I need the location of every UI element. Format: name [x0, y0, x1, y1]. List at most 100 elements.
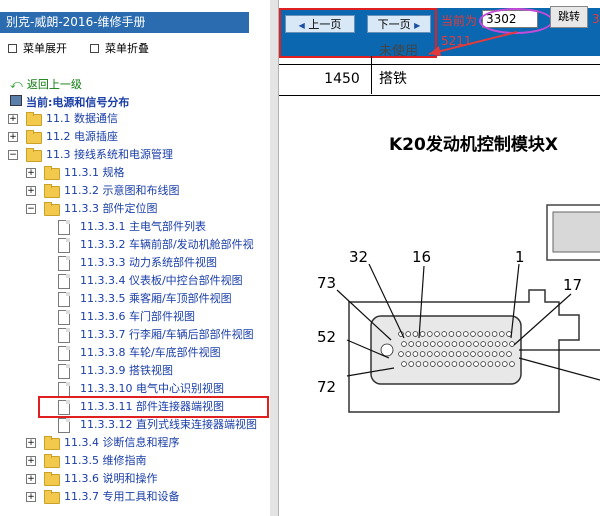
connector-pin — [473, 341, 479, 347]
menu-collapse-button[interactable]: 菜单折叠 — [90, 40, 149, 56]
connector-pin — [458, 361, 465, 367]
pin-label: 1 — [515, 248, 525, 266]
menu-expand-label: 菜单展开 — [23, 42, 67, 55]
expand-icon — [8, 44, 17, 53]
connector-pin — [401, 361, 407, 367]
expand-toggle[interactable]: + — [26, 438, 36, 448]
tree-item-11-3-3-2[interactable]: 11.3.3.2 车辆前部/发动机舱部件视 — [58, 236, 268, 254]
connector-pin — [415, 361, 422, 367]
tree-item-11-3-3-12[interactable]: 11.3.3.12 直列式线束连接器端视图 — [58, 416, 268, 434]
document-icon — [58, 238, 70, 253]
folder-open-icon — [44, 202, 60, 216]
connector-pin — [502, 361, 508, 367]
tree-item-11-3-2[interactable]: + 11.3.2 示意图和布线图 — [26, 182, 268, 200]
connector-pin — [441, 331, 447, 337]
tree-item-label: 11.1 数据通信 — [46, 112, 118, 125]
current-location: 当前:电源和信号分布 — [10, 94, 129, 110]
tree-item-11-2[interactable]: + 11.2 电源插座 — [8, 128, 268, 146]
connector-pin — [441, 351, 447, 357]
tree-item-11-3-3-7[interactable]: 11.3.3.7 行李厢/车辆后部部件视图 — [58, 326, 268, 344]
connector-pin — [422, 341, 429, 347]
tree-item-label: 11.3.3.7 行李厢/车辆后部部件视图 — [80, 328, 254, 341]
folder-icon — [44, 184, 60, 198]
pin-label: 17 — [563, 276, 583, 294]
folder-icon — [44, 436, 60, 450]
connector-pin — [408, 361, 414, 367]
collapse-toggle[interactable]: − — [8, 150, 18, 160]
tree-item-11-3-3-6[interactable]: 11.3.3.6 车门部件视图 — [58, 308, 268, 326]
annotation-arrow-line — [428, 31, 518, 55]
menu-expand-button[interactable]: 菜单展开 — [8, 40, 67, 56]
window-title: 别克-威朗-2016-维修手册 — [0, 12, 249, 33]
back-arrow-icon: ⤺ — [10, 77, 23, 91]
tree-item-11-3-3-5[interactable]: 11.3.3.5 乘客厢/车顶部件视图 — [58, 290, 268, 308]
connector-pin — [437, 361, 443, 367]
expand-toggle[interactable]: + — [26, 168, 36, 178]
tree-item-11-3-4[interactable]: + 11.3.4 诊断信息和程序 — [26, 434, 268, 452]
tree-item-11-3-1[interactable]: + 11.3.1 规格 — [26, 164, 268, 182]
tree-item-label: 11.3.1 规格 — [64, 166, 125, 179]
connector-pin — [448, 331, 455, 337]
expand-toggle[interactable]: + — [8, 114, 18, 124]
expand-toggle[interactable]: + — [8, 132, 18, 142]
folder-icon — [44, 166, 60, 180]
menu-collapse-label: 菜单折叠 — [105, 42, 149, 55]
connector-pin — [463, 351, 469, 357]
tree-item-11-3-3-9[interactable]: 11.3.3.9 搭铁视图 — [58, 362, 268, 380]
tree-item-11-1[interactable]: + 11.1 数据通信 — [8, 110, 268, 128]
connector-pin — [494, 341, 501, 347]
tree-item-label: 11.2 电源插座 — [46, 130, 118, 143]
panel-splitter[interactable] — [270, 0, 279, 516]
connector-pin — [466, 361, 472, 367]
expand-toggle[interactable]: + — [26, 186, 36, 196]
tree-item-11-3-6[interactable]: + 11.3.6 说明和操作 — [26, 470, 268, 488]
expand-toggle[interactable]: + — [26, 474, 36, 484]
collapse-toggle[interactable]: − — [26, 204, 36, 214]
tree-item-11-3-5[interactable]: + 11.3.5 维修指南 — [26, 452, 268, 470]
tree-item-11-3-3[interactable]: − 11.3.3 部件定位图 — [26, 200, 268, 218]
connector-pin — [405, 351, 411, 357]
tree-item-label: 11.3.3.8 车轮/车底部件视图 — [80, 346, 221, 359]
connector-pin — [509, 361, 515, 367]
connector-pin — [415, 341, 422, 347]
connector-pin — [477, 351, 483, 357]
connector-pin — [401, 341, 407, 347]
expand-toggle[interactable]: + — [26, 456, 36, 466]
connector-pin — [455, 331, 462, 337]
connector-diagram — [336, 31, 600, 413]
back-link-label: 返回上一级 — [26, 78, 82, 91]
connector-pin — [470, 331, 476, 337]
connector-pin — [455, 351, 462, 357]
document-icon — [58, 418, 70, 433]
document-icon — [58, 256, 70, 271]
connector-pin — [430, 361, 436, 367]
connector-pin — [480, 361, 486, 367]
pin-label: 73 — [317, 274, 337, 292]
tree-item-11-3[interactable]: − 11.3 接线系统和电源管理 — [8, 146, 268, 164]
tree-item-label: 11.3.3.3 动力系统部件视图 — [80, 256, 217, 269]
connector-pin — [463, 331, 469, 337]
tree-item-11-3-7[interactable]: + 11.3.7 专用工具和设备 — [26, 488, 268, 506]
tree-item-label: 11.3.4 诊断信息和程序 — [64, 436, 180, 449]
connector-pin — [405, 331, 411, 337]
expand-toggle[interactable]: + — [26, 492, 36, 502]
connector-pin — [487, 341, 494, 347]
tree-item-11-3-3-4[interactable]: 11.3.3.4 仪表板/中控台部件视图 — [58, 272, 268, 290]
tree-item-11-3-3-8[interactable]: 11.3.3.8 车轮/车底部件视图 — [58, 344, 268, 362]
connector-pin — [448, 351, 455, 357]
connector-pin — [444, 361, 450, 367]
connector-pin — [427, 351, 433, 357]
connector-pin — [499, 331, 505, 337]
connector-pin — [487, 361, 494, 367]
tree-item-11-3-3-3[interactable]: 11.3.3.3 动力系统部件视图 — [58, 254, 268, 272]
tree-item-11-3-3-1[interactable]: 11.3.3.1 主电气部件列表 — [58, 218, 268, 236]
connector-pin — [466, 341, 472, 347]
document-icon — [58, 274, 70, 289]
back-link[interactable]: ⤺ 返回上一级 — [10, 76, 82, 92]
folder-open-icon — [26, 148, 42, 162]
tree-item-label: 11.3.3.6 车门部件视图 — [80, 310, 195, 323]
connector-pin — [451, 341, 458, 347]
tree-item-label: 11.3.3.9 搭铁视图 — [80, 364, 173, 377]
pin-label: 32 — [349, 248, 369, 266]
computer-icon — [10, 95, 22, 106]
